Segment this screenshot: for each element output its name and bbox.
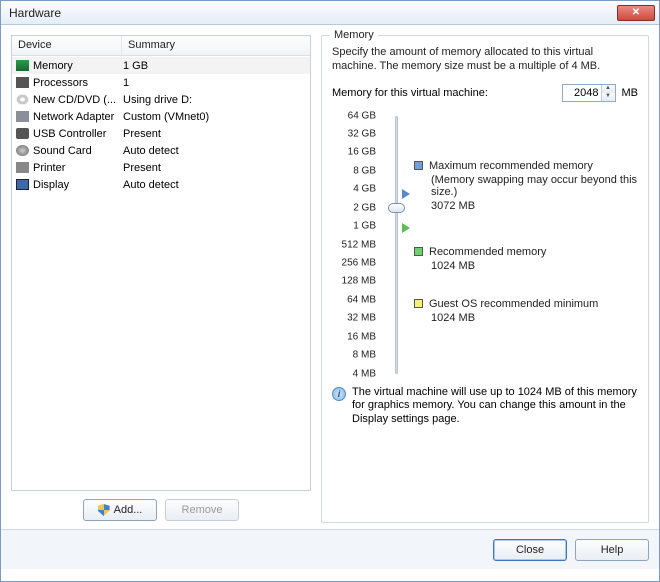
table-row[interactable]: Memory1 GB bbox=[12, 57, 310, 74]
tick-label: 64 GB bbox=[348, 110, 376, 121]
tick-label: 2 GB bbox=[353, 202, 376, 213]
spinbox-arrows[interactable]: ▲ ▼ bbox=[601, 85, 615, 101]
memory-field-label: Memory for this virtual machine: bbox=[332, 87, 488, 99]
tick-label: 32 MB bbox=[347, 313, 376, 324]
table-row[interactable]: New CD/DVD (...Using drive D: bbox=[12, 91, 310, 108]
device-icon bbox=[16, 60, 29, 71]
tick-label: 32 GB bbox=[348, 128, 376, 139]
slider-track[interactable] bbox=[395, 116, 398, 374]
device-name: USB Controller bbox=[33, 128, 121, 140]
memory-unit: MB bbox=[622, 87, 639, 99]
table-header: Device Summary bbox=[12, 36, 310, 56]
header-device[interactable]: Device bbox=[12, 36, 122, 55]
table-row[interactable]: USB ControllerPresent bbox=[12, 125, 310, 142]
spin-down-icon[interactable]: ▼ bbox=[602, 93, 615, 101]
max-recommended: Maximum recommended memory (Memory swapp… bbox=[414, 160, 638, 212]
tick-label: 128 MB bbox=[342, 276, 376, 287]
device-icon bbox=[16, 128, 29, 139]
tick-label: 4 GB bbox=[353, 184, 376, 195]
memory-group: Memory Specify the amount of memory allo… bbox=[321, 35, 649, 523]
device-icon bbox=[16, 179, 29, 190]
max-marker-icon bbox=[402, 189, 412, 199]
memory-spinbox[interactable]: ▲ ▼ bbox=[562, 84, 616, 102]
device-name: Network Adapter bbox=[33, 111, 121, 123]
device-summary: Auto detect bbox=[121, 179, 306, 191]
device-icon bbox=[16, 145, 29, 156]
tick-label: 16 GB bbox=[348, 147, 376, 158]
remove-button-label: Remove bbox=[182, 504, 223, 516]
tick-label: 64 MB bbox=[347, 294, 376, 305]
tick-label: 256 MB bbox=[342, 257, 376, 268]
table-body: Memory1 GBProcessors1New CD/DVD (...Usin… bbox=[12, 56, 310, 194]
device-icon bbox=[16, 162, 29, 173]
memory-intro: Specify the amount of memory allocated t… bbox=[332, 46, 638, 74]
device-icon bbox=[16, 77, 29, 88]
memory-input-row: Memory for this virtual machine: ▲ ▼ MB bbox=[332, 84, 638, 102]
green-swatch-icon bbox=[414, 247, 423, 256]
memory-slider-area: 64 GB 32 GB 16 GB 8 GB 4 GB 2 GB 1 GB 512 MB 256… bbox=[332, 112, 638, 378]
close-icon[interactable]: ✕ bbox=[617, 5, 655, 21]
blue-swatch-icon bbox=[414, 161, 423, 170]
tick-label: 1 GB bbox=[353, 221, 376, 232]
tick-label: 16 MB bbox=[347, 331, 376, 342]
table-row[interactable]: Sound CardAuto detect bbox=[12, 142, 310, 159]
slider-track-wrap[interactable] bbox=[386, 112, 408, 378]
detail-panel: Memory Specify the amount of memory allo… bbox=[321, 35, 649, 523]
device-name: Sound Card bbox=[33, 145, 121, 157]
header-summary[interactable]: Summary bbox=[122, 36, 310, 55]
device-summary: Using drive D: bbox=[121, 94, 306, 106]
table-row[interactable]: DisplayAuto detect bbox=[12, 176, 310, 193]
device-name: Printer bbox=[33, 162, 121, 174]
rec-marker-icon bbox=[402, 223, 412, 233]
slider-ticks: 64 GB 32 GB 16 GB 8 GB 4 GB 2 GB 1 GB 512 MB 256… bbox=[332, 112, 380, 378]
info-icon: i bbox=[332, 387, 346, 401]
yellow-swatch-icon bbox=[414, 299, 423, 308]
add-button[interactable]: Add... bbox=[83, 499, 157, 521]
tick-label: 4 MB bbox=[353, 368, 376, 379]
titlebar: Hardware ✕ bbox=[1, 1, 659, 25]
tick-label: 8 MB bbox=[353, 350, 376, 361]
device-summary: Present bbox=[121, 128, 306, 140]
window-title: Hardware bbox=[9, 6, 617, 20]
memory-input[interactable] bbox=[563, 85, 601, 101]
help-button[interactable]: Help bbox=[575, 539, 649, 561]
tick-label: 8 GB bbox=[353, 165, 376, 176]
add-button-label: Add... bbox=[114, 504, 143, 516]
device-table: Device Summary Memory1 GBProcessors1New … bbox=[11, 35, 311, 491]
device-name: Display bbox=[33, 179, 121, 191]
remove-button: Remove bbox=[165, 499, 239, 521]
bottom-bar: Close Help bbox=[1, 529, 659, 569]
table-buttons: Add... Remove bbox=[11, 491, 311, 523]
tick-label: 512 MB bbox=[342, 239, 376, 250]
device-summary: 1 GB bbox=[121, 60, 306, 72]
device-summary: Present bbox=[121, 162, 306, 174]
memory-footer-text: The virtual machine will use up to 1024 … bbox=[352, 386, 638, 427]
spin-up-icon[interactable]: ▲ bbox=[602, 85, 615, 93]
device-icon bbox=[16, 94, 29, 105]
shield-icon bbox=[98, 504, 110, 516]
table-row[interactable]: PrinterPresent bbox=[12, 159, 310, 176]
close-button[interactable]: Close bbox=[493, 539, 567, 561]
table-row[interactable]: Network AdapterCustom (VMnet0) bbox=[12, 108, 310, 125]
device-summary: Custom (VMnet0) bbox=[121, 111, 306, 123]
table-row[interactable]: Processors1 bbox=[12, 74, 310, 91]
memory-footer: i The virtual machine will use up to 102… bbox=[332, 386, 638, 427]
memory-legend: Memory bbox=[330, 29, 378, 41]
device-summary: 1 bbox=[121, 77, 306, 89]
content-area: Device Summary Memory1 GBProcessors1New … bbox=[1, 25, 659, 529]
device-name: Processors bbox=[33, 77, 121, 89]
slider-thumb[interactable] bbox=[388, 203, 405, 213]
device-icon bbox=[16, 111, 29, 122]
device-name: New CD/DVD (... bbox=[33, 94, 121, 106]
guest-min: Guest OS recommended minimum 1024 MB bbox=[414, 298, 638, 324]
recommended: Recommended memory 1024 MB bbox=[414, 246, 638, 272]
device-summary: Auto detect bbox=[121, 145, 306, 157]
slider-legend: Maximum recommended memory (Memory swapp… bbox=[414, 112, 638, 378]
device-name: Memory bbox=[33, 60, 121, 72]
hardware-list-panel: Device Summary Memory1 GBProcessors1New … bbox=[11, 35, 311, 523]
